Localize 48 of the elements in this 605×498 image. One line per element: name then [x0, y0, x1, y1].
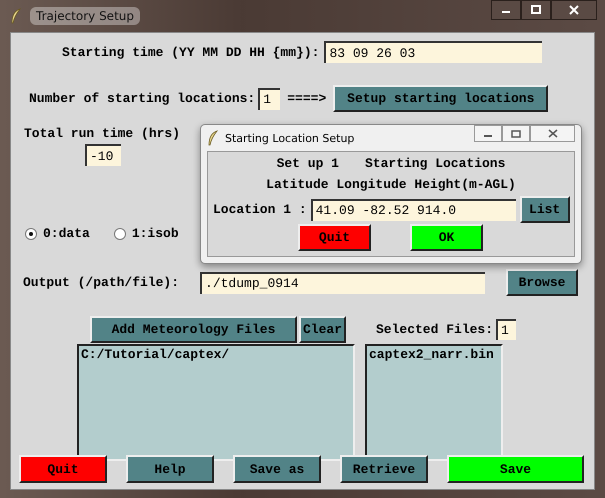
files-listbox[interactable]: captex2_narr.bin	[365, 344, 503, 461]
feather-icon	[207, 130, 219, 146]
feather-icon	[10, 8, 22, 24]
dialog-title: Starting Location Setup	[225, 132, 354, 144]
dialog-heading: Starting Locations	[364, 156, 506, 171]
starting-time-label: Starting time (YY MM DD HH {mm}):	[62, 44, 320, 60]
selected-files-field[interactable]: 1	[496, 319, 516, 340]
run-time-field[interactable]: -10	[85, 144, 121, 166]
list-button[interactable]: List	[520, 196, 570, 223]
browse-button[interactable]: Browse	[506, 269, 578, 296]
maximize-button[interactable]	[521, 0, 551, 20]
radio-option[interactable]: 0:data	[25, 226, 90, 241]
column-headers: Latitude Longitude Height(m-AGL)	[266, 177, 516, 192]
window-title: Trajectory Setup	[30, 7, 140, 25]
directory-item[interactable]: C:/Tutorial/captex/	[81, 347, 351, 362]
maximize-icon	[531, 5, 541, 15]
arrow-text: ====>	[287, 91, 326, 106]
location-field[interactable]: 41.09 -82.52 914.0	[310, 198, 516, 220]
dialog-heading: Set up 1	[276, 156, 339, 171]
action-button[interactable]: Save	[447, 455, 584, 483]
directory-listbox[interactable]: C:/Tutorial/captex/	[77, 344, 355, 461]
dialog-quit-button[interactable]: Quit	[298, 224, 371, 251]
clear-button[interactable]: Clear	[299, 316, 346, 343]
maximize-button[interactable]	[502, 125, 530, 142]
ok-button[interactable]: OK	[410, 224, 483, 251]
maximize-icon	[511, 130, 521, 138]
starting-locations-label: Number of starting locations:	[29, 91, 256, 106]
minimize-button[interactable]	[491, 0, 521, 20]
radio-option[interactable]: 1:isob	[114, 226, 179, 241]
output-label: Output (/path/file):	[23, 275, 180, 290]
file-item[interactable]: captex2_narr.bin	[369, 347, 499, 362]
action-button[interactable]: Quit	[19, 455, 107, 483]
selected-files-label: Selected Files:	[376, 322, 494, 337]
run-time-label: Total run time (hrs)	[24, 126, 182, 141]
action-button[interactable]: Retrieve	[340, 455, 428, 483]
close-icon	[569, 5, 579, 15]
location-label: Location 1 :	[213, 202, 307, 217]
close-icon	[548, 129, 558, 138]
setup-locations-button[interactable]: Setup starting locations	[333, 85, 548, 112]
action-button[interactable]: Save as	[233, 455, 321, 483]
add-meteorology-button[interactable]: Add Meteorology Files	[90, 316, 297, 343]
minimize-button[interactable]	[474, 125, 502, 142]
starting-locations-field[interactable]: 1	[258, 88, 280, 110]
output-field[interactable]: ./tdump_0914	[200, 272, 486, 294]
close-button[interactable]	[530, 125, 575, 142]
action-button[interactable]: Help	[126, 455, 214, 483]
close-button[interactable]	[551, 0, 597, 20]
starting-time-field[interactable]: 83 09 26 03	[324, 41, 542, 63]
